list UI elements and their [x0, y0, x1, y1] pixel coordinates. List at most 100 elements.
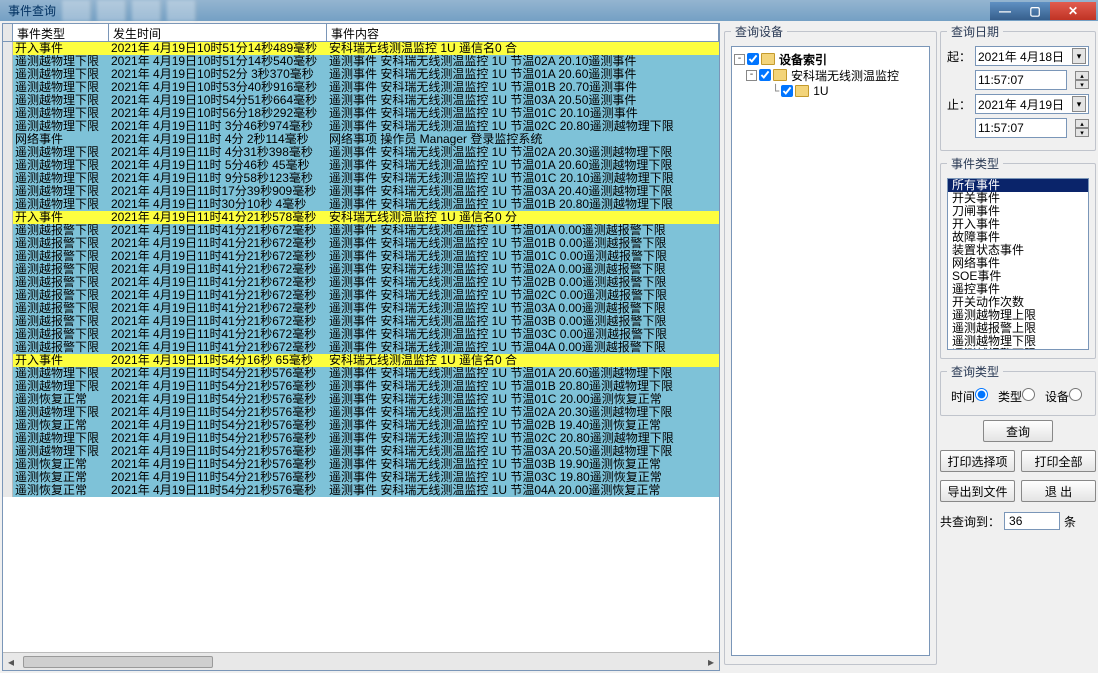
tab-2[interactable] — [97, 0, 126, 21]
expand-icon[interactable]: - — [746, 70, 757, 81]
table-row[interactable]: 开入事件2021年 4月19日11时54分16秒 65毫秒安科瑞无线测温监控 1… — [3, 354, 719, 367]
table-row[interactable]: 遥测越报警下限2021年 4月19日11时41分21秒672毫秒遥测事件 安科瑞… — [3, 315, 719, 328]
col-content[interactable]: 事件内容 — [327, 24, 719, 41]
table-row[interactable]: 遥测越物理下限2021年 4月19日10时51分14秒540毫秒遥测事件 安科瑞… — [3, 55, 719, 68]
table-row[interactable]: 遥测越物理下限2021年 4月19日11时17分39秒909毫秒遥测事件 安科瑞… — [3, 185, 719, 198]
table-row[interactable]: 遥测越物理下限2021年 4月19日11时54分21秒576毫秒遥测事件 安科瑞… — [3, 432, 719, 445]
table-row[interactable]: 遥测恢复正常2021年 4月19日11时54分21秒576毫秒遥测事件 安科瑞无… — [3, 484, 719, 497]
table-row[interactable]: 遥测越报警下限2021年 4月19日11时41分21秒672毫秒遥测事件 安科瑞… — [3, 302, 719, 315]
minimize-button[interactable]: — — [990, 2, 1020, 20]
cell-type: 遥测越报警下限 — [13, 289, 109, 302]
table-row[interactable]: 遥测越物理下限2021年 4月19日11时30分10秒 4毫秒遥测事件 安科瑞无… — [3, 198, 719, 211]
table-row[interactable]: 遥测越物理下限2021年 4月19日11时 3分46秒974毫秒遥测事件 安科瑞… — [3, 120, 719, 133]
scroll-right-icon[interactable]: ▸ — [703, 654, 719, 670]
cell-content: 遥测事件 安科瑞无线测温监控 1U 节温03B 19.90遥测恢复正常 — [327, 458, 719, 471]
tab-1[interactable] — [62, 0, 91, 21]
table-row[interactable]: 遥测越物理下限2021年 4月19日10时54分51秒664毫秒遥测事件 安科瑞… — [3, 94, 719, 107]
scroll-thumb[interactable] — [23, 656, 213, 668]
print-selection-button[interactable]: 打印选择项 — [940, 450, 1015, 472]
table-row[interactable]: 遥测越物理下限2021年 4月19日10时56分18秒292毫秒遥测事件 安科瑞… — [3, 107, 719, 120]
cell-content: 遥测事件 安科瑞无线测温监控 1U 节温01A 20.60遥测越物理下限 — [327, 159, 719, 172]
table-row[interactable]: 遥测越物理下限2021年 4月19日11时54分21秒576毫秒遥测事件 安科瑞… — [3, 367, 719, 380]
cell-time: 2021年 4月19日11时17分39秒909毫秒 — [109, 185, 327, 198]
col-time[interactable]: 发生时间 — [109, 24, 327, 41]
chevron-down-icon[interactable]: ▾ — [1072, 48, 1086, 64]
table-row[interactable]: 遥测恢复正常2021年 4月19日11时54分21秒576毫秒遥测事件 安科瑞无… — [3, 458, 719, 471]
cell-content: 遥测事件 安科瑞无线测温监控 1U 节温02A 20.10遥测事件 — [327, 55, 719, 68]
cell-time: 2021年 4月19日10时51分14秒489毫秒 — [109, 42, 327, 55]
table-row[interactable]: 遥测越报警下限2021年 4月19日11时41分21秒672毫秒遥测事件 安科瑞… — [3, 289, 719, 302]
table-row[interactable]: 遥测越物理下限2021年 4月19日11时54分21秒576毫秒遥测事件 安科瑞… — [3, 380, 719, 393]
table-row[interactable]: 遥测越报警下限2021年 4月19日11时41分21秒672毫秒遥测事件 安科瑞… — [3, 263, 719, 276]
to-time-spinner[interactable]: ▴▾ — [1075, 119, 1089, 137]
table-row[interactable]: 遥测越报警下限2021年 4月19日11时41分21秒672毫秒遥测事件 安科瑞… — [3, 341, 719, 354]
tree-leaf-checkbox[interactable] — [781, 85, 793, 97]
table-row[interactable]: 遥测越报警下限2021年 4月19日11时41分21秒672毫秒遥测事件 安科瑞… — [3, 328, 719, 341]
cell-type: 遥测越报警下限 — [13, 302, 109, 315]
to-time-picker[interactable]: 11:57:07 — [975, 118, 1067, 138]
cell-time: 2021年 4月19日11时41分21秒672毫秒 — [109, 263, 327, 276]
from-time-spinner[interactable]: ▴▾ — [1075, 71, 1089, 89]
print-all-button[interactable]: 打印全部 — [1021, 450, 1096, 472]
cell-type: 遥测越物理下限 — [13, 198, 109, 211]
cell-type: 遥测越报警下限 — [13, 263, 109, 276]
query-button[interactable]: 查询 — [983, 420, 1053, 442]
close-button[interactable]: ✕ — [1050, 2, 1096, 20]
table-row[interactable]: 遥测越物理下限2021年 4月19日10时52分 3秒370毫秒遥测事件 安科瑞… — [3, 68, 719, 81]
tree-leaf-label[interactable]: 1U — [813, 84, 828, 98]
table-row[interactable]: 遥测越物理下限2021年 4月19日11时54分21秒576毫秒遥测事件 安科瑞… — [3, 406, 719, 419]
tree-child-label[interactable]: 安科瑞无线测温监控 — [791, 67, 899, 84]
tab-4[interactable] — [167, 0, 196, 21]
cell-type: 遥测恢复正常 — [13, 458, 109, 471]
table-row[interactable]: 遥测越物理下限2021年 4月19日11时 4分31秒398毫秒遥测事件 安科瑞… — [3, 146, 719, 159]
cell-content: 遥测事件 安科瑞无线测温监控 1U 节温03A 20.50遥测越物理下限 — [327, 445, 719, 458]
table-row[interactable]: 遥测恢复正常2021年 4月19日11时54分21秒576毫秒遥测事件 安科瑞无… — [3, 419, 719, 432]
event-type-item[interactable]: 遥测越报警下限 — [948, 348, 1088, 350]
cell-type: 遥测越物理下限 — [13, 445, 109, 458]
cell-time: 2021年 4月19日11时54分21秒576毫秒 — [109, 419, 327, 432]
table-row[interactable]: 遥测越物理下限2021年 4月19日11时 5分46秒 45毫秒遥测事件 安科瑞… — [3, 159, 719, 172]
cell-type: 开入事件 — [13, 211, 109, 224]
tree-root-checkbox[interactable] — [747, 53, 759, 65]
cell-content: 遥测事件 安科瑞无线测温监控 1U 节温04A 0.00遥测越报警下限 — [327, 341, 719, 354]
table-body[interactable]: 开入事件 2021年 4月19日10时51分14秒489毫秒安科瑞无线测温监控 1… — [3, 42, 719, 652]
col-event-type[interactable]: 事件类型 — [13, 24, 109, 41]
chevron-down-icon[interactable]: ▾ — [1072, 96, 1086, 112]
export-button[interactable]: 导出到文件 — [940, 480, 1015, 502]
cell-type: 遥测越物理下限 — [13, 146, 109, 159]
table-row[interactable]: 遥测越物理下限2021年 4月19日11时 9分58秒123毫秒遥测事件 安科瑞… — [3, 172, 719, 185]
table-row[interactable]: 网络事件2021年 4月19日11时 4分 2秒114毫秒网络事项 操作员 Ma… — [3, 133, 719, 146]
tab-3[interactable] — [132, 0, 161, 21]
table-row[interactable]: 遥测恢复正常2021年 4月19日11时54分21秒576毫秒遥测事件 安科瑞无… — [3, 471, 719, 484]
device-tree[interactable]: - 设备索引 - 安科瑞无线测温监控 └ — [731, 46, 930, 656]
cell-type: 遥测越物理下限 — [13, 380, 109, 393]
date-legend: 查询日期 — [947, 23, 1003, 40]
table-row[interactable]: 开入事件2021年 4月19日10时51分14秒489毫秒安科瑞无线测温监控 1… — [3, 42, 719, 55]
tree-root-label[interactable]: 设备索引 — [779, 51, 827, 68]
tree-child-checkbox[interactable] — [759, 69, 771, 81]
table-row[interactable]: 遥测越报警下限2021年 4月19日11时41分21秒672毫秒遥测事件 安科瑞… — [3, 224, 719, 237]
table-row[interactable]: 开入事件2021年 4月19日11时41分21秒578毫秒安科瑞无线测温监控 1… — [3, 211, 719, 224]
table-row[interactable]: 遥测越报警下限2021年 4月19日11时41分21秒672毫秒遥测事件 安科瑞… — [3, 276, 719, 289]
scroll-left-icon[interactable]: ◂ — [3, 654, 19, 670]
table-row[interactable]: 遥测越报警下限2021年 4月19日11时41分21秒672毫秒遥测事件 安科瑞… — [3, 237, 719, 250]
exit-button[interactable]: 退 出 — [1021, 480, 1096, 502]
from-date-picker[interactable]: 2021年 4月18日 ▾ — [975, 46, 1089, 66]
radio-device[interactable]: 设备 — [1045, 388, 1082, 405]
table-row[interactable]: 遥测越物理下限2021年 4月19日10时53分40秒916毫秒遥测事件 安科瑞… — [3, 81, 719, 94]
table-row[interactable]: 遥测恢复正常2021年 4月19日11时54分21秒576毫秒遥测事件 安科瑞无… — [3, 393, 719, 406]
table-row[interactable]: 遥测越物理下限2021年 4月19日11时54分21秒576毫秒遥测事件 安科瑞… — [3, 445, 719, 458]
radio-type[interactable]: 类型 — [998, 388, 1035, 405]
from-time-picker[interactable]: 11:57:07 — [975, 70, 1067, 90]
radio-time[interactable]: 时间 — [951, 388, 988, 405]
table-row[interactable]: 遥测越报警下限2021年 4月19日11时41分21秒672毫秒遥测事件 安科瑞… — [3, 250, 719, 263]
cell-content: 安科瑞无线测温监控 1U 遥信名0 合 — [327, 42, 719, 55]
horizontal-scrollbar[interactable]: ◂ ▸ — [3, 652, 719, 670]
to-date-picker[interactable]: 2021年 4月19日 ▾ — [975, 94, 1089, 114]
date-fieldset: 查询日期 起： 2021年 4月18日 ▾ 11:57:07 ▴▾ — [940, 23, 1096, 151]
event-type-list[interactable]: 所有事件开关事件刀闸事件开入事件故障事件装置状态事件网络事件SOE事件遥控事件开… — [947, 178, 1089, 350]
cell-type: 网络事件 — [13, 133, 109, 146]
expand-icon[interactable]: - — [734, 54, 745, 65]
maximize-button[interactable]: ▢ — [1020, 2, 1050, 20]
folder-icon — [773, 69, 787, 81]
